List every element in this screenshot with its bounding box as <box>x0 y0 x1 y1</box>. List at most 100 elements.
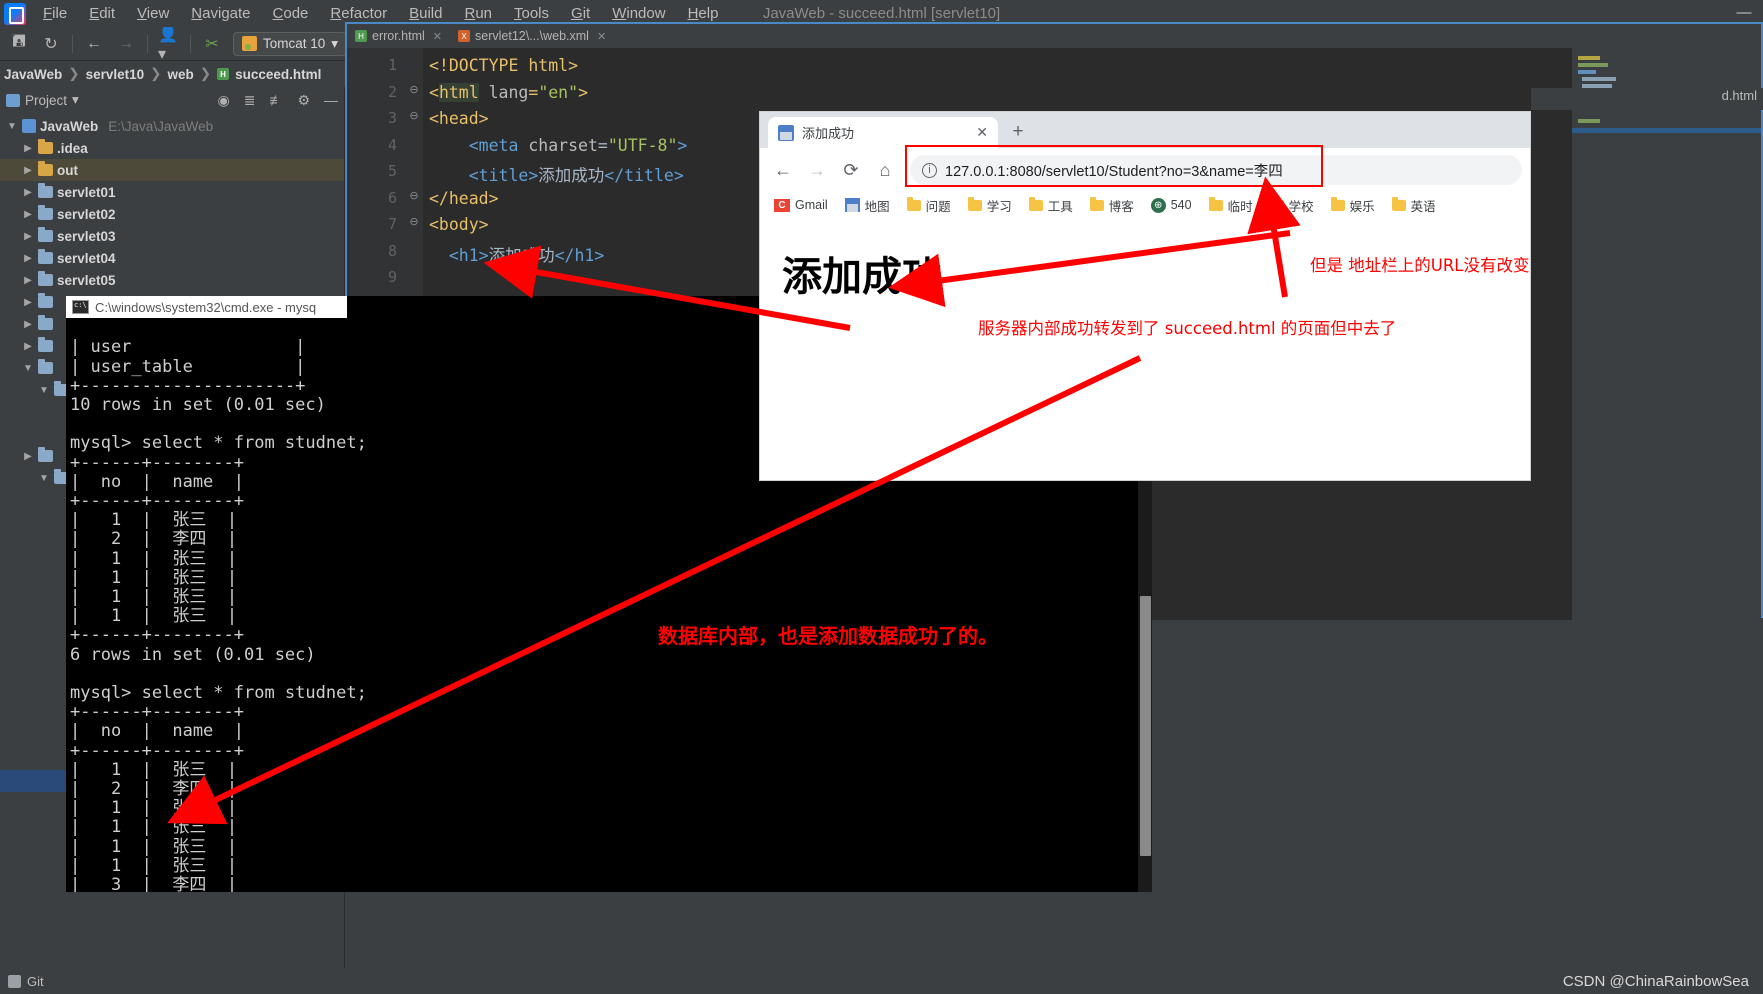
bookmark-item[interactable]: 博客 <box>1084 194 1140 217</box>
folder-icon <box>1330 196 1345 211</box>
chevron-right-icon[interactable]: ▶ <box>22 297 34 308</box>
breadcrumb-item-3[interactable]: succeed.html <box>235 67 321 82</box>
chevron-down-icon[interactable]: ▼ <box>38 473 50 484</box>
watermark: CSDN @ChinaRainbowSea <box>1562 973 1749 990</box>
browser-tab[interactable]: 添加成功 ✕ <box>768 117 998 148</box>
chevron-down-icon[interactable]: ▾ <box>72 92 79 108</box>
bookmark-item[interactable]: 工具 <box>1023 194 1079 217</box>
bookmark-item[interactable]: 学习 <box>962 194 1018 217</box>
annotation-url-note: 但是 地址栏上的URL没有改变 <box>1310 256 1530 275</box>
tree-node-label: .idea <box>57 140 88 156</box>
locate-icon[interactable]: ◉ <box>217 92 229 109</box>
gear-icon[interactable]: ⚙ <box>297 92 310 109</box>
editor-tab-label: servlet12\...\web.xml <box>475 29 589 43</box>
menu-code[interactable]: Code <box>262 2 320 25</box>
bookmark-item[interactable]: 地图 <box>839 194 896 217</box>
project-pane-title-group[interactable]: Project ▾ <box>6 92 211 108</box>
fold-toggle-icon[interactable]: ⊖ <box>405 83 423 110</box>
new-tab-button[interactable]: + <box>1004 118 1032 146</box>
minimize-button[interactable]: — <box>1733 4 1755 21</box>
editor-tab-error-html[interactable]: H error.html ✕ <box>347 24 450 48</box>
bookmark-item[interactable]: ⊕ 540 <box>1145 196 1198 215</box>
bookmark-label: 学校 <box>1288 199 1314 214</box>
back-icon[interactable]: ← <box>768 155 798 185</box>
annotation-forward-note: 服务器内部成功转发到了 succeed.html 的页面但中去了 <box>978 319 1397 338</box>
bookmark-item[interactable]: 问题 <box>901 194 957 217</box>
folder-icon <box>38 447 53 462</box>
tree-node-servlet01[interactable]: ▶ servlet01 <box>0 181 344 203</box>
breadcrumb-sep-3: ❯ <box>199 66 212 81</box>
address-bar[interactable]: i 127.0.0.1:8080/servlet10/Student?no=3&… <box>910 155 1522 185</box>
chevron-right-icon[interactable]: ▶ <box>22 209 34 220</box>
close-icon[interactable]: ✕ <box>597 30 606 43</box>
menu-file[interactable]: File <box>32 2 78 25</box>
collapse-all-icon[interactable]: ≢ <box>269 92 283 108</box>
bookmark-item[interactable]: 娱乐 <box>1325 194 1381 217</box>
tree-node-servlet04[interactable]: ▶ servlet04 <box>0 247 344 269</box>
forward-icon[interactable]: → <box>115 33 137 55</box>
hide-icon[interactable]: — <box>324 92 338 108</box>
tree-node-label: servlet01 <box>57 184 116 200</box>
terminal-title-label: C:\windows\system32\cmd.exe - mysq <box>95 299 317 315</box>
editor-tab-web-xml[interactable]: X servlet12\...\web.xml ✕ <box>450 24 614 48</box>
run-config-label: Tomcat 10 <box>263 36 326 51</box>
breadcrumb-item-2[interactable]: web <box>167 67 193 82</box>
menu-edit[interactable]: Edit <box>78 2 126 25</box>
terminal-scrollbar-thumb[interactable] <box>1140 596 1151 856</box>
fold-toggle-icon[interactable]: ⊖ <box>405 109 423 136</box>
bookmark-item[interactable]: 临时 <box>1203 194 1259 217</box>
tree-node-out[interactable]: ▶ out <box>0 159 344 181</box>
chevron-right-icon[interactable]: ▶ <box>22 341 34 352</box>
expand-all-icon[interactable]: ≣ <box>244 92 256 109</box>
run-configuration-selector[interactable]: Tomcat 10 ▾ <box>233 31 348 56</box>
chevron-down-icon[interactable]: ▼ <box>6 121 18 132</box>
window-controls: — <box>1733 4 1755 21</box>
editor-minimap[interactable] <box>1571 48 1761 620</box>
status-bar: Git <box>0 968 1763 994</box>
fold-toggle-icon[interactable]: ⊖ <box>405 215 423 242</box>
terminal-title-bar[interactable]: C:\windows\system32\cmd.exe - mysq <box>66 296 347 318</box>
close-icon[interactable]: ✕ <box>433 30 442 43</box>
fold-toggle-icon[interactable]: ⊖ <box>405 189 423 216</box>
tree-node-idea[interactable]: ▶ .idea <box>0 137 344 159</box>
chevron-right-icon[interactable]: ▶ <box>22 319 34 330</box>
breadcrumb-item-0[interactable]: JavaWeb <box>4 67 62 82</box>
chevron-down-icon[interactable]: ▼ <box>22 363 34 374</box>
breadcrumb-item-1[interactable]: servlet10 <box>86 67 145 82</box>
chevron-right-icon[interactable]: ▶ <box>22 231 34 242</box>
chevron-down-icon[interactable]: ▼ <box>38 385 50 396</box>
bookmark-item[interactable]: 学校 <box>1264 194 1320 217</box>
chevron-right-icon[interactable]: ▶ <box>22 275 34 286</box>
menu-view[interactable]: View <box>126 2 180 25</box>
tree-node-servlet05[interactable]: ▶ servlet05 <box>0 269 344 291</box>
tree-node-servlet02[interactable]: ▶ servlet02 <box>0 203 344 225</box>
chevron-right-icon[interactable]: ▶ <box>22 253 34 264</box>
reload-icon[interactable]: ⟳ <box>836 155 866 185</box>
code-line[interactable]: <!DOCTYPE html> <box>423 56 1761 83</box>
bookmark-label: 地图 <box>864 199 890 214</box>
hammer-icon[interactable]: ✂ <box>201 33 223 55</box>
home-icon[interactable]: ⌂ <box>870 155 900 185</box>
chevron-down-icon: ▾ <box>331 35 339 51</box>
chevron-right-icon[interactable]: ▶ <box>22 451 34 462</box>
tree-node-servlet03[interactable]: ▶ servlet03 <box>0 225 344 247</box>
user-icon[interactable]: 👤▾ <box>158 26 180 63</box>
back-icon[interactable]: ← <box>83 33 105 55</box>
forward-icon[interactable]: → <box>802 155 832 185</box>
info-icon[interactable]: i <box>922 162 937 178</box>
git-status-label[interactable]: Git <box>27 974 44 989</box>
bookmark-item[interactable]: C Gmail <box>768 196 834 214</box>
close-icon[interactable]: ✕ <box>976 124 988 141</box>
sync-icon[interactable]: ↻ <box>40 33 62 55</box>
chevron-right-icon[interactable]: ▶ <box>22 187 34 198</box>
chevron-right-icon[interactable]: ▶ <box>22 143 34 154</box>
tree-node-root[interactable]: ▼ JavaWeb E:\Java\JavaWeb <box>0 115 344 137</box>
bookmark-label: Gmail <box>795 198 828 212</box>
bookmark-item[interactable]: 英语 <box>1386 194 1442 217</box>
menu-navigate[interactable]: Navigate <box>180 2 261 25</box>
chevron-right-icon[interactable]: ▶ <box>22 165 34 176</box>
tree-node-label: servlet05 <box>57 272 116 288</box>
module-icon <box>22 119 36 133</box>
save-icon[interactable]: 🖪 <box>8 33 30 55</box>
